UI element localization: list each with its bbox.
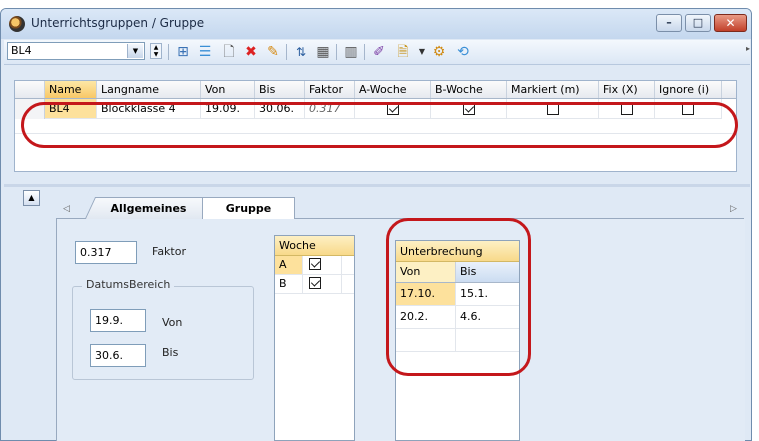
tab-gruppe[interactable]: Gruppe [202,197,295,219]
toolbar-separator [336,44,337,60]
faktor-label: Faktor [152,245,186,258]
maximize-icon: □ [692,16,704,29]
table-header: Name Langname Von Bis Faktor A-Woche B-W… [15,81,736,99]
toolbar-separator [168,44,169,60]
tab-allgemeines-label: Allgemeines [110,202,187,215]
woche-header: Woche [275,236,354,256]
close-icon: ✕ [725,16,736,30]
woche-key: A [275,256,303,274]
column-divider [341,275,342,293]
title-bar: Unterrichtsgruppen / Gruppe – □ ✕ [1,9,751,39]
tab-scroll-left-icon[interactable]: ◁ [63,204,70,214]
grid-view-icon[interactable]: ⊞ [174,43,192,61]
chevron-down-icon[interactable]: ▼ [127,44,143,58]
column-header-von[interactable]: Von [201,81,255,98]
column-header-langname[interactable]: Langname [97,81,201,98]
column-header-ignore[interactable]: Ignore (i) [655,81,722,98]
list-view-icon[interactable]: ☰ [196,43,214,61]
table-row[interactable]: B [275,275,354,294]
chevron-down-icon[interactable]: ▼ [413,43,431,61]
column-divider [341,256,342,274]
faktor-field[interactable]: 0.317 [75,241,137,264]
bis-label: Bis [162,346,179,359]
window-title: Unterrichtsgruppen / Gruppe [31,16,205,30]
minimize-icon: – [666,16,672,29]
tab-scroll-right-icon[interactable]: ▷ [730,204,737,214]
woche-key: B [275,275,303,293]
panel-splitter[interactable] [4,184,750,187]
filter-icon[interactable]: ▦ [314,43,332,61]
maximize-button[interactable]: □ [685,14,711,32]
datumsbereich-label: DatumsBereich [82,278,175,291]
highlight-ellipse [386,218,531,376]
column-header-bis[interactable]: Bis [255,81,305,98]
calendar-icon[interactable]: ▥ [342,43,360,61]
toolbar: BL4 ▼ ▲ ▼ ⊞ ☰ 🗋 ✖ ✎ ⇅ ▦ ▥ ✐ 🗎 ▼ ⚙ ⟲ ▸ [4,40,750,65]
toolbar-overflow-icon[interactable]: ▸ [746,44,750,53]
highlight-ellipse [21,102,738,148]
table-row[interactable]: A [275,256,354,275]
edit-icon[interactable]: ✎ [264,43,282,61]
close-button[interactable]: ✕ [714,14,747,32]
refresh-icon[interactable]: ⟲ [454,43,472,61]
sort-icon[interactable]: ⇅ [292,43,310,61]
tab-allgemeines[interactable]: Allgemeines [84,197,214,219]
woche-b-checkbox[interactable] [309,277,321,289]
group-selector-value: BL4 [11,44,32,57]
toolbar-separator [286,44,287,60]
new-record-icon[interactable]: 🗋 [220,43,238,61]
column-header-a-woche[interactable]: A-Woche [355,81,431,98]
collapse-panel-button[interactable]: ▲ [23,190,40,206]
column-header-fix[interactable]: Fix (X) [599,81,655,98]
woche-a-checkbox[interactable] [309,258,321,270]
von-label: Von [162,316,183,329]
column-header-b-woche[interactable]: B-Woche [431,81,507,98]
delete-icon[interactable]: ✖ [242,43,260,61]
von-field[interactable]: 19.9. [90,309,146,332]
bis-field[interactable]: 30.6. [90,344,146,367]
gear-icon[interactable]: ⚙ [430,43,448,61]
brush-icon[interactable]: ✐ [370,43,388,61]
woche-table: Woche A B [274,235,355,441]
toolbar-separator [364,44,365,60]
column-header-faktor[interactable]: Faktor [305,81,355,98]
column-header-markiert[interactable]: Markiert (m) [507,81,599,98]
minimize-button[interactable]: – [656,14,682,32]
header-row-selector [15,81,45,98]
column-header-name[interactable]: Name [45,81,97,98]
group-selector[interactable]: BL4 ▼ [7,42,145,60]
report-icon[interactable]: 🗎 [394,43,412,61]
app-icon [9,16,25,32]
spin-arrows-icon[interactable]: ▲ ▼ [150,43,162,59]
